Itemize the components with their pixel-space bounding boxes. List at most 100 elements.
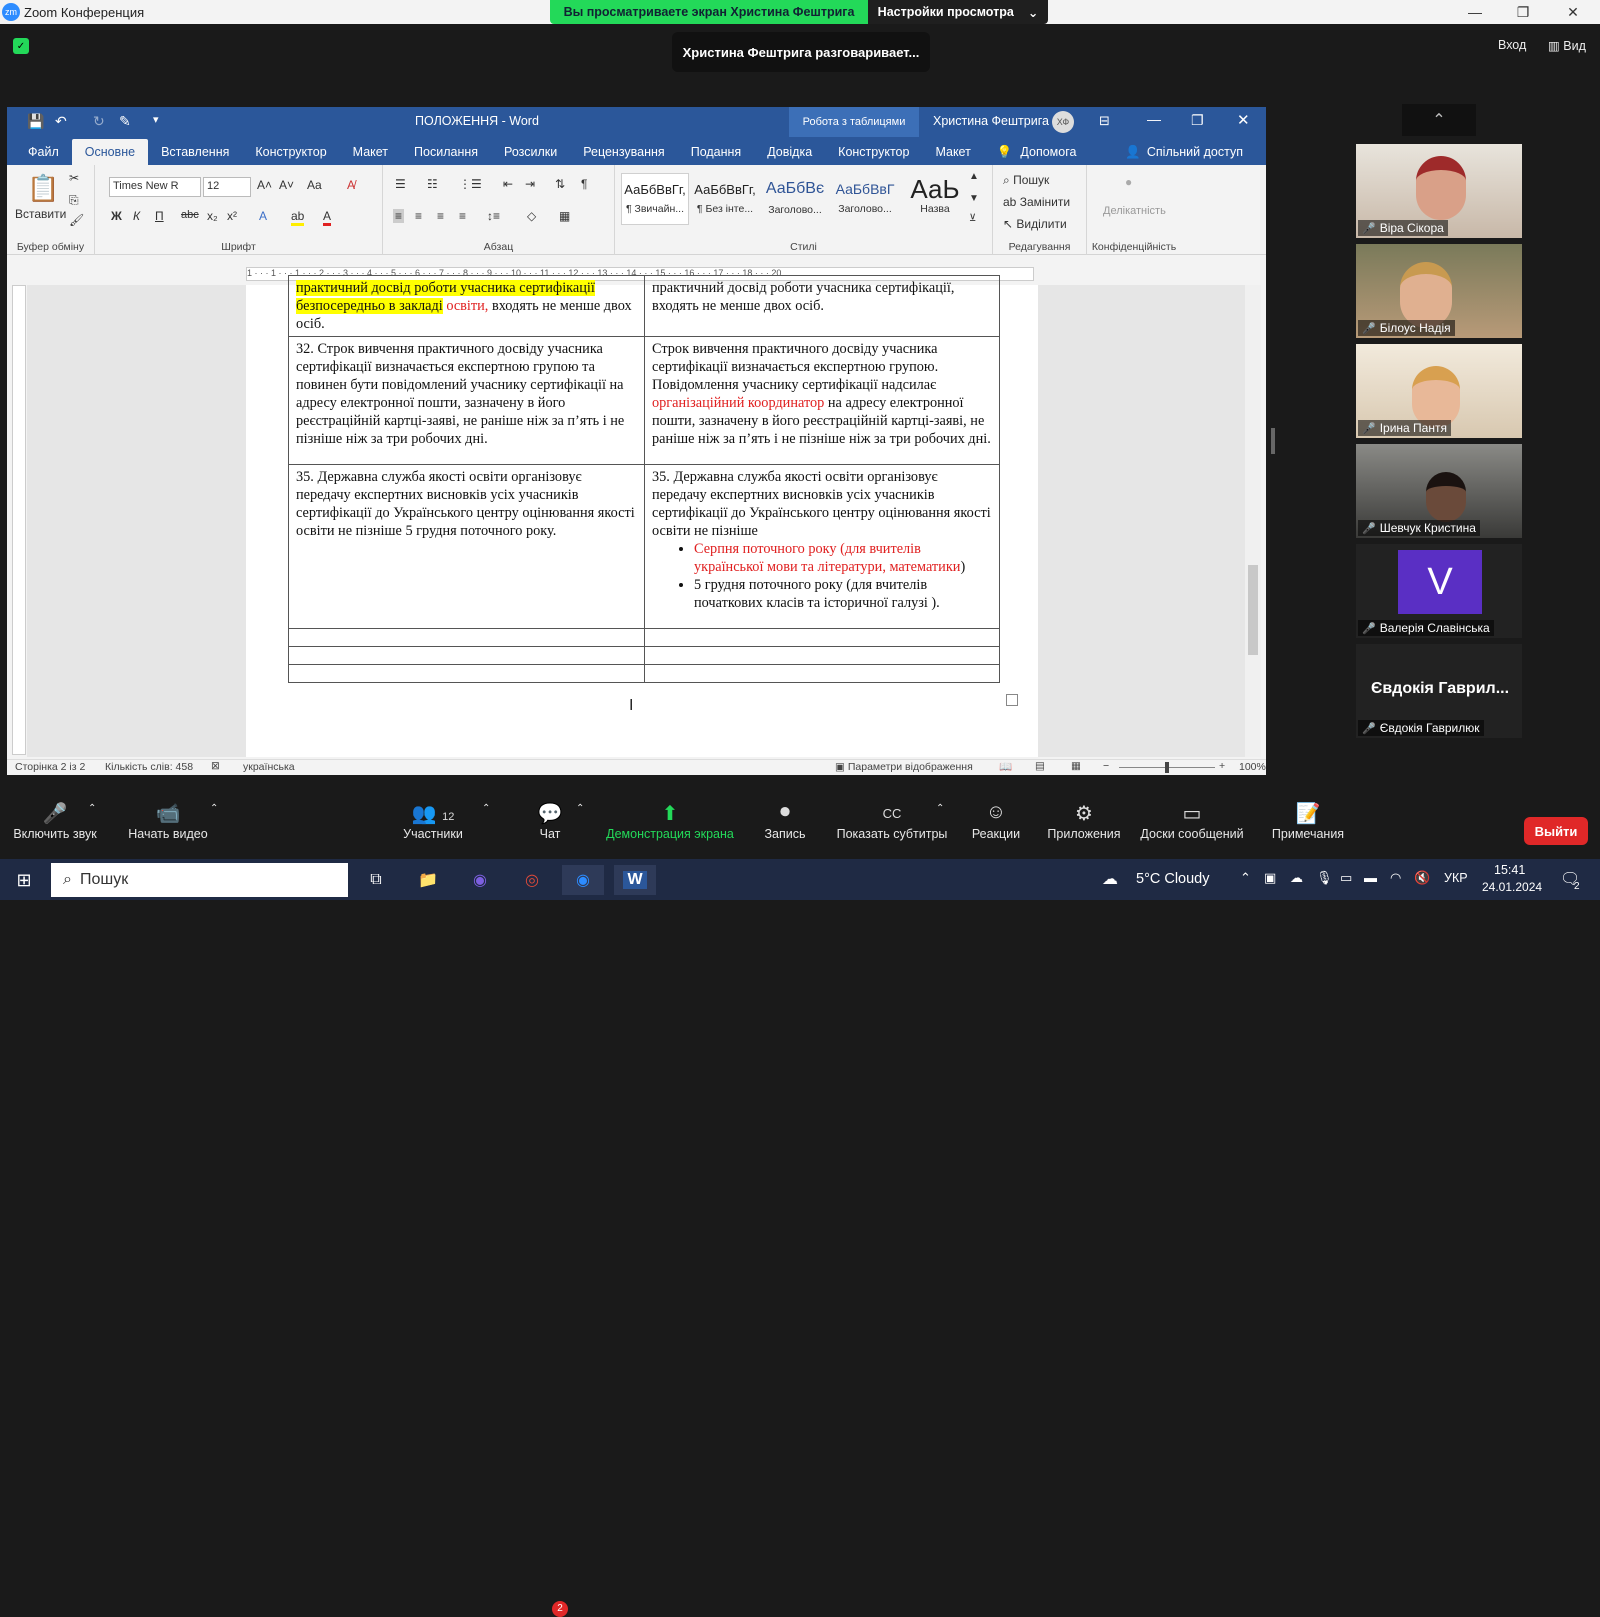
text-effects-icon[interactable]: A — [259, 209, 267, 223]
table-cell[interactable] — [644, 646, 1000, 665]
table-cell[interactable]: 32. Строк вивчення практичного досвіду у… — [288, 336, 645, 465]
multilevel-list-icon[interactable]: ⋮☰ — [459, 177, 482, 191]
bold-button[interactable]: Ж — [111, 209, 122, 223]
shading-icon[interactable]: ◇ — [527, 209, 536, 223]
zoom-level[interactable]: 100% — [1239, 761, 1266, 773]
chat-button[interactable]: 💬 Чат — [530, 801, 570, 841]
borders-icon[interactable]: ▦ — [559, 209, 570, 223]
minimize-button[interactable]: — — [1452, 0, 1498, 24]
audio-options-chevron[interactable]: ⌃ — [88, 803, 96, 814]
align-center-icon[interactable]: ≡ — [415, 209, 422, 223]
tab-layout[interactable]: Макет — [340, 139, 401, 165]
display-icon[interactable]: ▭ — [1340, 870, 1352, 886]
zoom-in-icon[interactable]: + — [1219, 760, 1225, 772]
meet-icon[interactable]: ▣ — [1264, 870, 1276, 886]
subscript-button[interactable]: x₂ — [207, 209, 218, 223]
ribbon-display-icon[interactable]: ⊟ — [1099, 113, 1110, 129]
justify-icon[interactable]: ≡ — [459, 209, 466, 223]
enter-button[interactable]: Вход — [1498, 38, 1526, 52]
decrease-indent-icon[interactable]: ⇤ — [503, 177, 513, 191]
clock-time[interactable]: 15:41 — [1494, 863, 1525, 877]
participant-tile[interactable]: 🎤 Шевчук Кристина — [1356, 444, 1522, 538]
format-painter-icon[interactable]: 🖌 — [69, 213, 84, 227]
avatar[interactable]: ХФ — [1052, 111, 1074, 133]
tab-references[interactable]: Посилання — [401, 139, 491, 165]
copy-icon[interactable]: ⎘ — [69, 193, 79, 208]
table-cell[interactable] — [288, 664, 645, 683]
vertical-scrollbar[interactable] — [1245, 285, 1261, 757]
chrome-icon[interactable]: ◎ — [516, 865, 548, 895]
shield-icon[interactable]: ✓ — [13, 38, 29, 54]
participants-options-chevron[interactable]: ⌃ — [482, 803, 490, 814]
increase-indent-icon[interactable]: ⇥ — [525, 177, 535, 191]
proofing-icon[interactable]: ⊠ — [211, 760, 220, 772]
view-button[interactable]: ▥ Вид — [1548, 38, 1586, 53]
grow-font-icon[interactable]: A˄ — [257, 178, 272, 192]
display-settings[interactable]: ▣ Параметри відображення — [835, 761, 973, 773]
table-cell[interactable]: 35. Державна служба якості освіти органі… — [644, 464, 1000, 629]
styles-scroll-up-icon[interactable]: ▲ — [969, 171, 979, 182]
table-cell[interactable]: практичний досвід роботи учасника сертиф… — [644, 275, 1000, 337]
tab-view[interactable]: Подання — [678, 139, 754, 165]
numbering-icon[interactable]: ☷ — [427, 177, 438, 191]
zoom-out-icon[interactable]: − — [1103, 760, 1109, 772]
wifi-icon[interactable]: ◠ — [1390, 870, 1401, 886]
paste-button[interactable]: Вставити — [15, 207, 66, 221]
participant-tile[interactable]: 🎤 Віра Сікора — [1356, 144, 1522, 238]
styles-more-icon[interactable]: ⊻ — [969, 213, 976, 224]
splitter-handle[interactable] — [1271, 428, 1275, 454]
find-button[interactable]: ⌕ Пошук — [1003, 173, 1049, 188]
tab-design[interactable]: Конструктор — [242, 139, 339, 165]
change-case-icon[interactable]: Aa — [307, 178, 322, 192]
file-explorer-icon[interactable]: 📁 — [412, 865, 444, 895]
customize-qat-icon[interactable]: ▾ — [153, 113, 159, 126]
taskbar-search[interactable]: ⌕ Пошук — [51, 863, 348, 897]
table-cell[interactable]: 35. Державна служба якості освіти органі… — [288, 464, 645, 629]
table-cell[interactable] — [288, 646, 645, 665]
reactions-button[interactable]: ☺ Реакции — [968, 801, 1024, 841]
sort-icon[interactable]: ⇅ — [555, 177, 565, 191]
document-page[interactable]: практичний досвід роботи учасника сертиф… — [246, 275, 1038, 757]
captions-button[interactable]: CC Показать субтитры — [834, 801, 950, 841]
participant-tile[interactable]: V 🎤 Валерія Славінська — [1356, 544, 1522, 638]
zoom-taskbar-icon[interactable]: ◉ — [562, 865, 604, 895]
align-right-icon[interactable]: ≡ — [437, 209, 444, 223]
page-count[interactable]: Сторінка 2 із 2 — [15, 761, 85, 773]
tab-mailings[interactable]: Розсилки — [491, 139, 570, 165]
word-count[interactable]: Кількість слів: 458 — [105, 761, 193, 773]
style-no-spacing[interactable]: АаБбВвГг, ¶ Без інте... — [691, 173, 759, 225]
replace-button[interactable]: ab Замінити — [1003, 195, 1070, 209]
table-cell[interactable] — [644, 628, 1000, 647]
style-heading2[interactable]: АаБбВвГ Заголово... — [831, 173, 899, 225]
zoom-slider-thumb[interactable] — [1165, 762, 1169, 773]
styles-scroll-down-icon[interactable]: ▼ — [969, 193, 979, 204]
print-layout-icon[interactable]: ▤ — [1035, 760, 1045, 772]
save-icon[interactable]: 💾 — [27, 113, 44, 130]
close-button[interactable]: ✕ — [1550, 0, 1596, 24]
user-name[interactable]: Христина Фештрига — [933, 114, 1049, 128]
volume-muted-icon[interactable]: 🔇 — [1414, 870, 1430, 886]
font-size-select[interactable]: 12 — [203, 177, 251, 197]
start-video-button[interactable]: 📹 Начать видео — [120, 801, 216, 841]
scrollbar-thumb[interactable] — [1248, 565, 1258, 655]
tray-chevron-icon[interactable]: ⌃ — [1240, 870, 1251, 886]
bullets-icon[interactable]: ☰ — [395, 177, 406, 191]
share-screen-button[interactable]: ⬆ Демонстрация экрана — [602, 801, 738, 841]
sensitivity-button[interactable]: Делікатність — [1103, 205, 1166, 217]
underline-button[interactable]: П — [155, 209, 164, 223]
table-cell[interactable] — [288, 628, 645, 647]
onedrive-icon[interactable]: ☁ — [1290, 870, 1303, 886]
keyboard-language[interactable]: УКР — [1444, 871, 1468, 885]
battery-icon[interactable]: ▬ — [1364, 870, 1377, 885]
pilcrow-icon[interactable]: ¶ — [581, 177, 587, 191]
whiteboards-button[interactable]: ▭ Доски сообщений — [1136, 801, 1248, 841]
record-button[interactable]: ⏺ Запись — [760, 801, 810, 841]
line-spacing-icon[interactable]: ↕≡ — [487, 209, 500, 223]
task-view-icon[interactable]: ⧉ — [360, 865, 392, 895]
web-layout-icon[interactable]: ▦ — [1071, 760, 1081, 772]
word-close-button[interactable]: ✕ — [1237, 111, 1250, 129]
strikethrough-button[interactable]: abc — [181, 209, 199, 221]
unmute-button[interactable]: 🎤 Включить звук — [10, 801, 100, 841]
leave-button[interactable]: Выйти — [1524, 817, 1588, 845]
chat-options-chevron[interactable]: ⌃ — [576, 803, 584, 814]
